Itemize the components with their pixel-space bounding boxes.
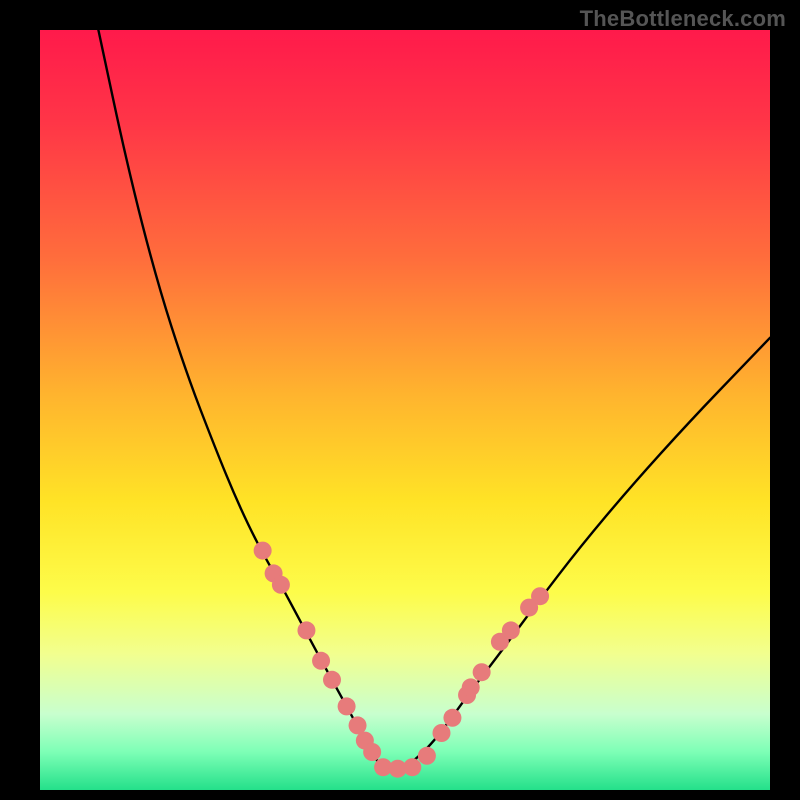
highlight-dot (254, 542, 272, 560)
highlight-dot (443, 709, 461, 727)
highlight-dot (323, 671, 341, 689)
watermark-label: TheBottleneck.com (580, 6, 786, 32)
highlight-dot (418, 747, 436, 765)
highlight-dot (272, 576, 290, 594)
highlight-dot (363, 743, 381, 761)
highlight-dot (473, 663, 491, 681)
highlight-dot (312, 652, 330, 670)
highlight-dot (433, 724, 451, 742)
highlight-dot (462, 678, 480, 696)
highlight-dot (338, 697, 356, 715)
chart-frame: TheBottleneck.com (0, 0, 800, 800)
highlight-dot (531, 587, 549, 605)
highlight-dot (502, 621, 520, 639)
gradient-background (40, 30, 770, 790)
highlight-dot (403, 758, 421, 776)
bottleneck-chart (0, 0, 800, 800)
highlight-dot (297, 621, 315, 639)
